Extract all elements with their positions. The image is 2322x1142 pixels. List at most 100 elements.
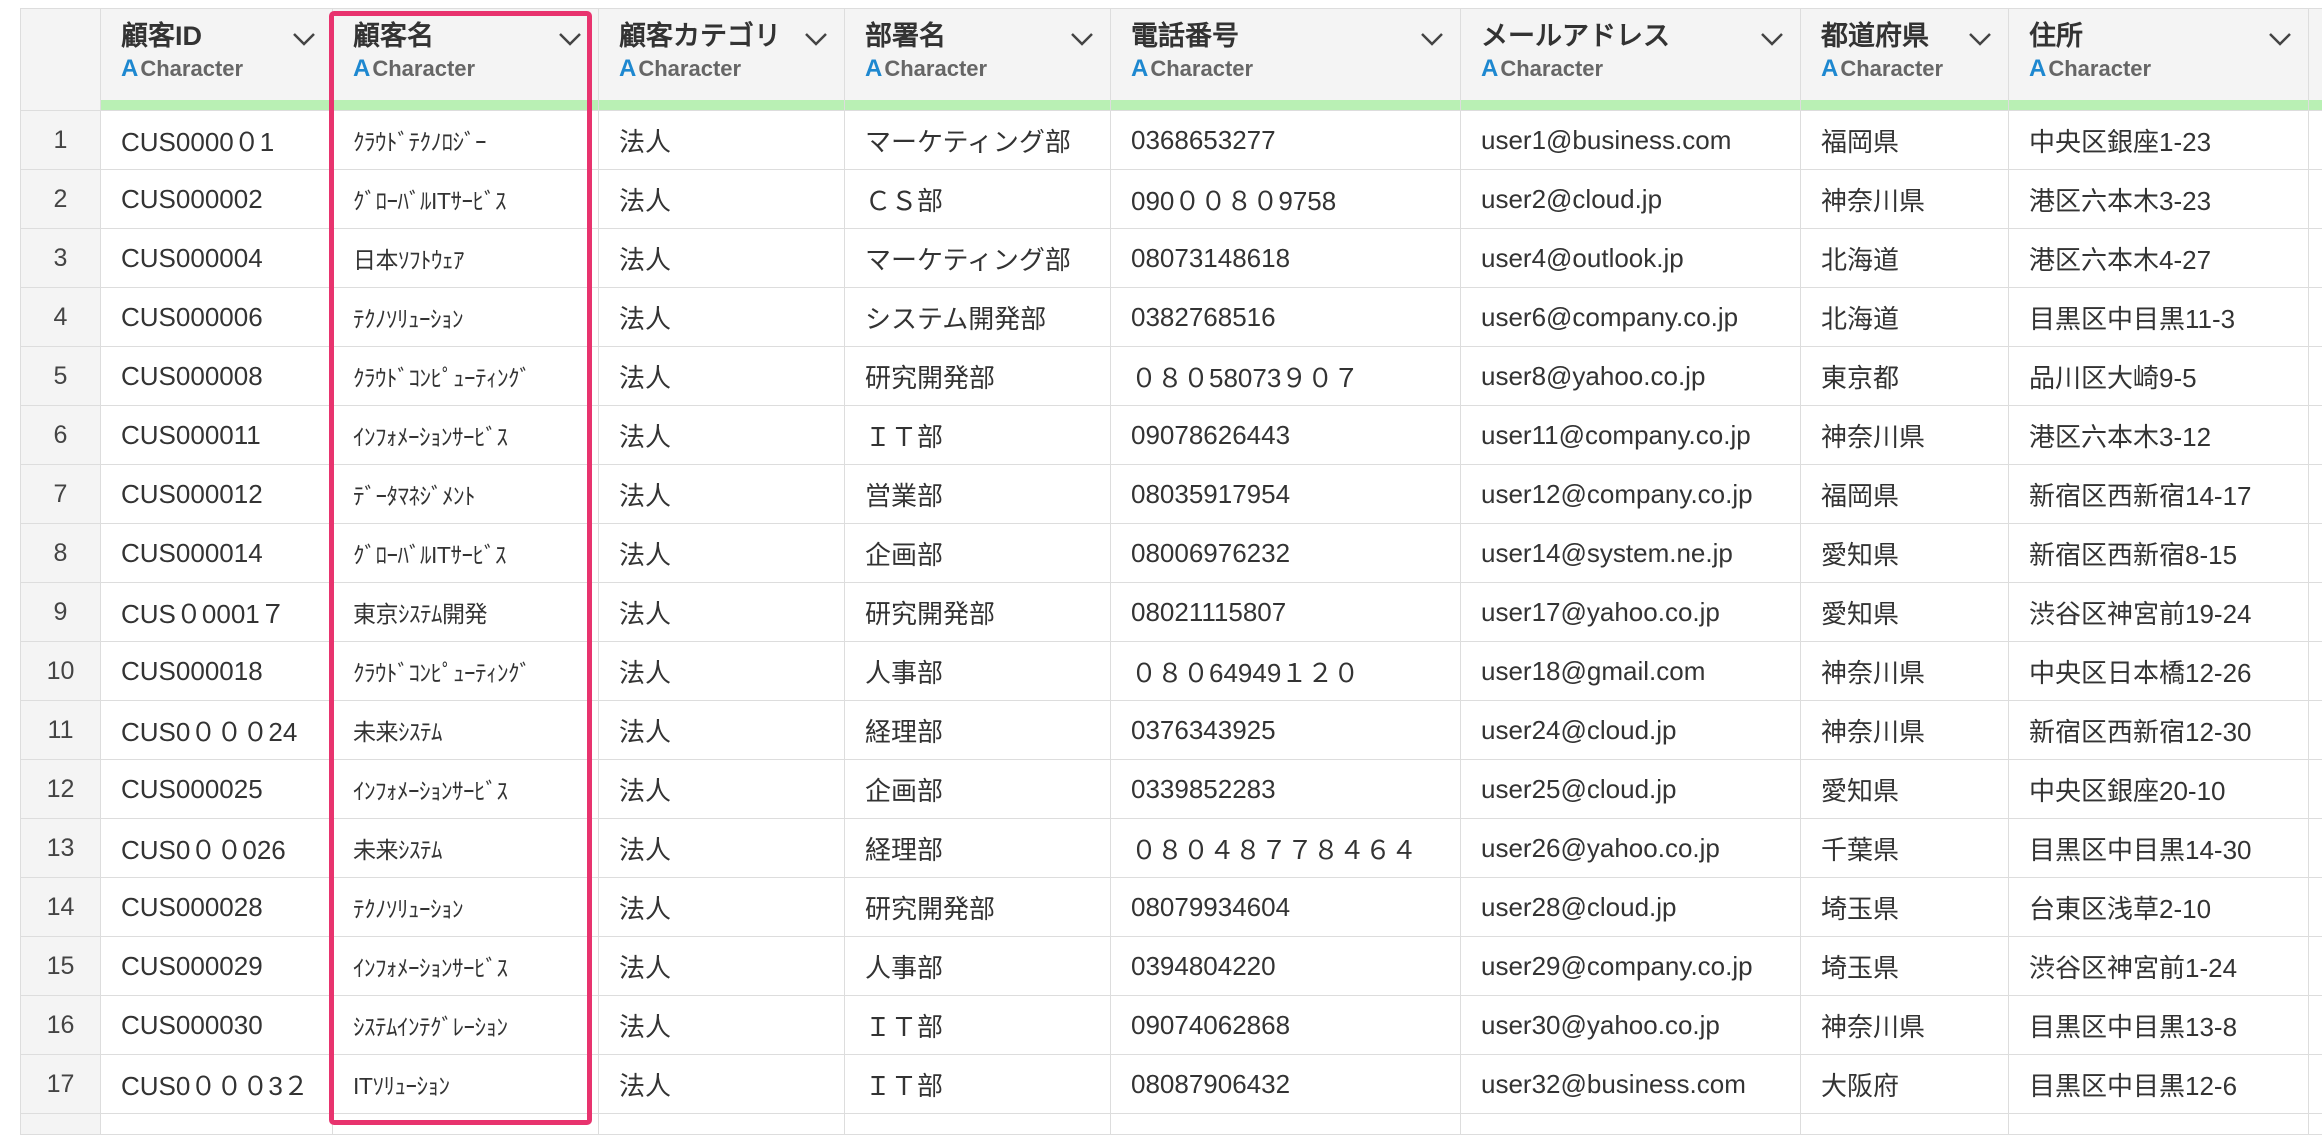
cell-customer-name[interactable]: 未来ｼｽﾃﾑ [332,700,599,760]
cell-department[interactable]: 営業部 [844,464,1111,524]
cell-prefecture[interactable]: 愛知県 [1800,582,2009,642]
cell-customer-category[interactable]: 法人 [598,346,845,406]
cell-address[interactable]: 新宿区西新宿12-30 [2008,700,2309,760]
cell-prefecture[interactable]: 埼玉県 [1800,877,2009,937]
cell-address[interactable]: 目黒区中目黒12-6 [2008,1054,2309,1114]
cell-customer-id[interactable]: CUS0000０1 [100,110,333,170]
table-row[interactable]: 17 CUS0０００3２ ITｿﾘｭｰｼｮﾝ 法人 ＩＴ部 08087906432 user… [20,1054,2322,1114]
cell-partial[interactable] [2308,228,2322,288]
cell-address[interactable]: 渋谷区神宮前19-24 [2008,582,2309,642]
cell-phone[interactable]: 08006976232 [1110,523,1461,583]
cell-address[interactable]: 目黒区中目黒13-8 [2008,995,2309,1055]
cell-email[interactable]: user24@cloud.jp [1460,700,1801,760]
cell-customer-id[interactable]: CUS０0001７ [100,582,333,642]
cell-phone[interactable]: 08021115807 [1110,582,1461,642]
cell-customer-id[interactable]: CUS000018 [100,641,333,701]
cell-phone[interactable]: 08079934604 [1110,877,1461,937]
cell-customer-id[interactable]: CUS000004 [100,228,333,288]
table-row[interactable]: 5 CUS000008 ｸﾗｳﾄﾞｺﾝﾋﾟｭｰﾃｨﾝｸﾞ 法人 研究開発部 ０８０5807… [20,346,2322,406]
chevron-down-icon[interactable] [1420,31,1444,47]
cell-customer-category[interactable]: 法人 [598,228,845,288]
column-header-customer-category[interactable]: 顧客カテゴリ ACharacter [598,8,845,100]
cell-partial[interactable] [2308,995,2322,1055]
cell-partial[interactable] [2308,346,2322,406]
chevron-down-icon[interactable] [1760,31,1784,47]
cell-phone[interactable]: 090００８０9758 [1110,169,1461,229]
cell-customer-category[interactable]: 法人 [598,287,845,347]
table-row[interactable]: 12 CUS000025 ｲﾝﾌｫﾒｰｼｮﾝｻｰﾋﾞｽ 法人 企画部 0339852283… [20,759,2322,819]
cell-prefecture[interactable]: 東京都 [1800,346,2009,406]
cell-customer-name[interactable]: 日本ｿﾌﾄｳｪｱ [332,228,599,288]
cell-customer-id[interactable]: CUS0００026 [100,818,333,878]
cell-department[interactable]: 経理部 [844,818,1111,878]
cell-address[interactable]: 品川区大崎9-5 [2008,346,2309,406]
cell-department[interactable]: 研究開発部 [844,582,1111,642]
cell-prefecture[interactable]: 神奈川県 [1800,405,2009,465]
cell-customer-name[interactable]: ﾃｸﾉｿﾘｭｰｼｮﾝ [332,877,599,937]
table-row[interactable]: 2 CUS000002 ｸﾞﾛｰﾊﾞﾙITｻｰﾋﾞｽ 法人 ＣＳ部 090００８０9758… [20,169,2322,229]
cell-address[interactable]: 中央区銀座1-23 [2008,110,2309,170]
cell-customer-id[interactable]: CUS000012 [100,464,333,524]
cell-phone[interactable]: 08087906432 [1110,1054,1461,1114]
cell-customer-id[interactable]: CUS0０００3２ [100,1054,333,1114]
cell-customer-name[interactable]: ｲﾝﾌｫﾒｰｼｮﾝｻｰﾋﾞｽ [332,936,599,996]
cell-customer-id[interactable]: CUS000030 [100,995,333,1055]
cell-customer-name[interactable]: ｲﾝﾌｫﾒｰｼｮﾝｻｰﾋﾞｽ [332,405,599,465]
cell-partial[interactable] [2308,936,2322,996]
cell-customer-name[interactable]: ｸﾗｳﾄﾞｺﾝﾋﾟｭｰﾃｨﾝｸﾞ [332,641,599,701]
cell-email[interactable]: user8@yahoo.co.jp [1460,346,1801,406]
cell-email[interactable]: user12@company.co.jp [1460,464,1801,524]
cell-email[interactable]: user4@outlook.jp [1460,228,1801,288]
cell-customer-name[interactable]: 東京ｼｽﾃﾑ開発 [332,582,599,642]
cell-customer-id[interactable]: CUS000008 [100,346,333,406]
cell-department[interactable]: 経理部 [844,700,1111,760]
cell-phone[interactable]: 0376343925 [1110,700,1461,760]
cell-phone[interactable]: 0394804220 [1110,936,1461,996]
cell-department[interactable]: 人事部 [844,936,1111,996]
cell-address[interactable]: 港区六本木4-27 [2008,228,2309,288]
cell-customer-category[interactable]: 法人 [598,110,845,170]
cell-partial[interactable] [2308,464,2322,524]
cell-email[interactable]: user26@yahoo.co.jp [1460,818,1801,878]
cell-customer-category[interactable]: 法人 [598,169,845,229]
cell-department[interactable]: システム開発部 [844,287,1111,347]
cell-prefecture[interactable]: 福岡県 [1800,110,2009,170]
cell-address[interactable]: 港区六本木3-12 [2008,405,2309,465]
cell-department[interactable]: 人事部 [844,641,1111,701]
cell-address[interactable]: 渋谷区神宮前1-24 [2008,936,2309,996]
cell-partial[interactable] [2308,759,2322,819]
cell-partial[interactable] [2308,1054,2322,1114]
cell-customer-category[interactable]: 法人 [598,523,845,583]
cell-address[interactable]: 新宿区西新宿14-17 [2008,464,2309,524]
cell-customer-category[interactable]: 法人 [598,641,845,701]
table-row[interactable]: 9 CUS０0001７ 東京ｼｽﾃﾑ開発 法人 研究開発部 08021115807 user… [20,582,2322,642]
cell-partial[interactable] [2308,818,2322,878]
cell-address[interactable]: 目黒区中目黒14-30 [2008,818,2309,878]
cell-customer-id[interactable]: CUS000014 [100,523,333,583]
cell-phone[interactable]: 09074062868 [1110,995,1461,1055]
table-row[interactable]: 13 CUS0００026 未来ｼｽﾃﾑ 法人 経理部 ０８０４８７７８４６４ user26@… [20,818,2322,878]
chevron-down-icon[interactable] [2268,31,2292,47]
cell-prefecture[interactable]: 埼玉県 [1800,936,2009,996]
table-row[interactable]: 8 CUS000014 ｸﾞﾛｰﾊﾞﾙITｻｰﾋﾞｽ 法人 企画部 08006976232… [20,523,2322,583]
cell-customer-category[interactable]: 法人 [598,818,845,878]
cell-department[interactable]: 企画部 [844,523,1111,583]
cell-customer-id[interactable]: CUS000029 [100,936,333,996]
cell-email[interactable]: user30@yahoo.co.jp [1460,995,1801,1055]
cell-address[interactable]: 港区六本木3-23 [2008,169,2309,229]
cell-customer-category[interactable]: 法人 [598,877,845,937]
cell-prefecture[interactable]: 北海道 [1800,228,2009,288]
cell-customer-name[interactable]: ﾃｸﾉｿﾘｭｰｼｮﾝ [332,287,599,347]
cell-customer-category[interactable]: 法人 [598,995,845,1055]
table-row[interactable]: 16 CUS000030 ｼｽﾃﾑｲﾝﾃｸﾞﾚｰｼｮﾝ 法人 ＩＴ部 0907406286… [20,995,2322,1055]
cell-customer-name[interactable]: ｸﾞﾛｰﾊﾞﾙITｻｰﾋﾞｽ [332,523,599,583]
cell-email[interactable]: user17@yahoo.co.jp [1460,582,1801,642]
column-header-partial[interactable] [2308,8,2322,100]
table-row[interactable]: 11 CUS0０００24 未来ｼｽﾃﾑ 法人 経理部 0376343925 user24@c… [20,700,2322,760]
cell-email[interactable]: user25@cloud.jp [1460,759,1801,819]
cell-prefecture[interactable]: 福岡県 [1800,464,2009,524]
column-header-customer-id[interactable]: 顧客ID ACharacter [100,8,333,100]
cell-department[interactable]: ＣＳ部 [844,169,1111,229]
column-header-address[interactable]: 住所 ACharacter [2008,8,2309,100]
cell-customer-id[interactable]: CUS000028 [100,877,333,937]
